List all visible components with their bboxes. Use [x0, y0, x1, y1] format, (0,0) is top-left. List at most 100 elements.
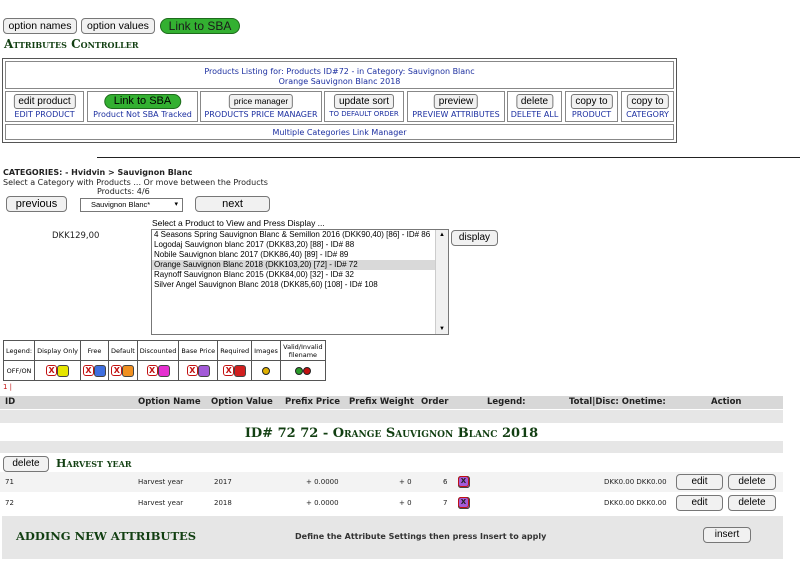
copy-to-category-button[interactable]: copy to [626, 94, 669, 109]
legend-filename [279, 360, 326, 381]
link-to-sba-button[interactable]: Link to SBA [160, 18, 240, 34]
legend-free: X [80, 360, 109, 381]
scroll-down-icon[interactable]: ▼ [439, 324, 445, 334]
delete-option-group-button[interactable]: delete [3, 456, 49, 472]
off-x-icon: X [46, 365, 58, 376]
off-x-icon: X [186, 365, 198, 376]
legend-header: Images [251, 340, 281, 361]
chevron-down-icon: ▾ [174, 201, 178, 208]
delete-button[interactable]: delete [728, 474, 776, 490]
legend-header: Required [217, 340, 253, 361]
category-select-value: Sauvignon Blanc* [91, 200, 151, 209]
divider [97, 157, 800, 158]
table-row: 72 Harvest year 2018 + 0.0000 + 0 7 X X … [0, 493, 783, 513]
legend-header: Legend: [2, 340, 36, 361]
ctrl-delete-all: delete DELETE ALL [507, 91, 562, 122]
invalid-filename-icon [302, 366, 311, 375]
preview-label: PREVIEW ATTRIBUTES [412, 110, 500, 119]
product-option[interactable]: 4 Seasons Spring Sauvignon Blanc & Semil… [152, 230, 448, 240]
price-manager-button[interactable]: price manager [228, 94, 294, 109]
preview-button[interactable]: preview [433, 94, 479, 109]
col-prefix-price: Prefix Price [285, 397, 341, 407]
ctrl-update-sort: update sort TO DEFAULT ORDER [324, 91, 404, 122]
edit-product-label: EDIT PRODUCT [14, 110, 75, 119]
category-select[interactable]: Sauvignon Blanc* ▾ [80, 198, 183, 212]
edit-button[interactable]: edit [676, 474, 723, 490]
product-price: DKK129,00 [52, 231, 100, 241]
col-option-value: Option Value [211, 397, 273, 407]
row-order: 6 [443, 478, 448, 486]
col-id: ID [5, 397, 16, 407]
product-option-selected[interactable]: Orange Sauvignon Blanc 2018 (DKK103,20) … [152, 260, 448, 270]
ctrl-copy-product: copy to PRODUCT [565, 91, 618, 122]
copy-to-category-label: CATEGORY [626, 110, 669, 119]
required-off-icon[interactable]: X [458, 476, 469, 487]
product-option[interactable]: Raynoff Sauvignon Blanc 2015 (DKK84,00) … [152, 270, 448, 280]
display-button[interactable]: display [451, 230, 498, 246]
previous-button[interactable]: previous [6, 196, 67, 212]
legend-discounted: X [136, 360, 180, 381]
category-path: CATEGORIES: - Hvidvin > Sauvignon Blanc [3, 168, 193, 177]
category-hint: Select a Category with Products ... Or m… [3, 178, 268, 187]
listing-line2: Orange Sauvignon Blanc 2018 [278, 77, 401, 86]
row-order: 7 [443, 499, 448, 507]
delete-all-label: DELETE ALL [510, 110, 559, 119]
row-option-name: Harvest year [138, 478, 184, 486]
products-count: Products: 4/6 [97, 187, 150, 196]
scroll-up-icon[interactable]: ▲ [439, 230, 445, 240]
option-names-button[interactable]: option names [3, 18, 77, 34]
product-option[interactable]: Logodaj Sauvignon blanc 2017 (DKK83,20) … [152, 240, 448, 250]
row-total: DKK0.00 DKK0.00 [604, 499, 667, 507]
legend-header: Display Only [34, 340, 81, 361]
edit-product-button[interactable]: edit product [13, 94, 76, 109]
insert-button[interactable]: insert [703, 527, 751, 543]
option-values-button[interactable]: option values [81, 18, 155, 34]
adding-title: ADDING NEW ATTRIBUTES [16, 529, 197, 543]
row-total: DKK0.00 DKK0.00 [604, 478, 667, 486]
row-prefix-price: + 0.0000 [306, 478, 339, 486]
row-id: 72 [5, 499, 14, 507]
attributes-header-row: ID Option Name Option Value Prefix Price… [0, 396, 783, 409]
adding-hint: Define the Attribute Settings then press… [295, 532, 547, 541]
legend-required: X [217, 360, 253, 381]
discounted-icon [157, 364, 170, 377]
page-marker: 1 | [3, 383, 13, 391]
product-listbox[interactable]: 4 Seasons Spring Sauvignon Blanc & Semil… [151, 229, 449, 335]
col-total: Total|Disc: Onetime: [569, 397, 666, 407]
ctrl-price-manager: price manager PRODUCTS PRICE MANAGER [200, 91, 322, 122]
legend-base-price: X [178, 360, 219, 381]
product-option[interactable]: Silver Angel Sauvignon Blanc 2018 (DKK85… [152, 280, 448, 290]
link-sba-button[interactable]: Link to SBA [103, 94, 182, 109]
col-prefix-weight: Prefix Weight [349, 397, 414, 407]
row-id: 71 [5, 478, 14, 486]
product-option[interactable]: Nobile Sauvignon blanc 2017 (DKK86,40) [… [152, 250, 448, 260]
adding-attributes-bar: ADDING NEW ATTRIBUTES Define the Attribu… [2, 516, 783, 559]
ctrl-edit-product: edit product EDIT PRODUCT [5, 91, 84, 122]
col-legend: Legend: [487, 397, 526, 407]
next-button[interactable]: next [195, 196, 270, 212]
col-order: Order [421, 397, 449, 407]
row-option-name: Harvest year [138, 499, 184, 507]
edit-button[interactable]: edit [676, 495, 723, 511]
required-icon [234, 364, 247, 377]
copy-to-product-button[interactable]: copy to [570, 94, 613, 109]
update-sort-button[interactable]: update sort [333, 94, 395, 109]
option-group-name: Harvest year [56, 457, 132, 470]
legend-header: Free [80, 340, 109, 361]
delete-button[interactable]: delete [728, 495, 776, 511]
delete-all-button[interactable]: delete [515, 94, 554, 109]
legend-header: Base Price [178, 340, 219, 361]
off-x-icon: X [223, 365, 235, 376]
display-only-icon [57, 364, 70, 377]
listbox-scrollbar[interactable]: ▲ ▼ [435, 230, 448, 334]
legend-display-only: X [34, 360, 81, 381]
required-off-icon[interactable]: X [458, 497, 469, 508]
row-option-value: 2017 [214, 478, 232, 486]
product-select-prompt: Select a Product to View and Press Displ… [152, 218, 325, 228]
listing-line1: Products Listing for: Products ID#72 - i… [204, 67, 475, 76]
legend-images [251, 360, 281, 381]
multi-categories-link[interactable]: Multiple Categories Link Manager [6, 128, 673, 137]
valid-filename-icon [294, 366, 303, 375]
images-icon [262, 366, 270, 375]
legend-default: X [108, 360, 138, 381]
